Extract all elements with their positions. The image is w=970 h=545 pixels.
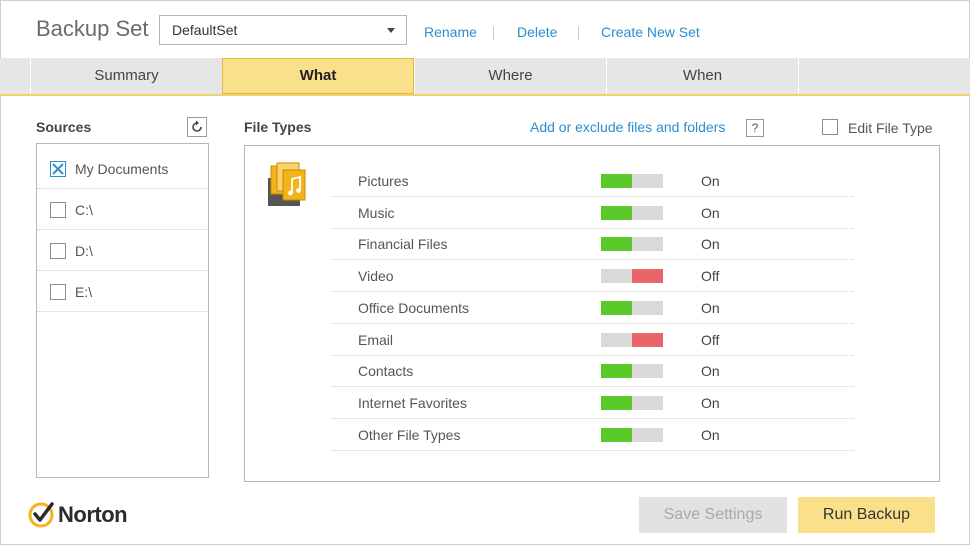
- file-type-state: On: [701, 204, 720, 221]
- file-type-name: Contacts: [358, 363, 414, 380]
- file-type-name: Financial Files: [358, 236, 448, 253]
- file-type-toggle[interactable]: [601, 269, 663, 284]
- checkbox[interactable]: [50, 284, 66, 300]
- chevron-down-icon: [387, 28, 395, 33]
- file-type-toggle[interactable]: [601, 237, 663, 252]
- file-type-name: Pictures: [358, 173, 409, 189]
- file-type-row: Pictures On: [331, 165, 854, 197]
- source-label: D:\: [75, 243, 93, 259]
- source-item-c[interactable]: C:\: [37, 189, 208, 230]
- backup-set-dropdown[interactable]: DefaultSet: [159, 15, 407, 45]
- file-type-row: Office Documents On: [331, 292, 854, 324]
- source-item-e[interactable]: E:\: [37, 271, 208, 312]
- checkbox-checked[interactable]: [50, 161, 66, 177]
- file-type-name: Other File Types: [358, 426, 461, 443]
- file-type-toggle[interactable]: [601, 427, 663, 442]
- checkbox[interactable]: [822, 119, 838, 135]
- file-types-panel: Pictures On Music On Financial Files On Video O…: [244, 145, 940, 482]
- create-new-set-link[interactable]: Create New Set: [601, 24, 700, 40]
- sources-list: My Documents C:\ D:\ E:\: [36, 143, 209, 478]
- rename-link[interactable]: Rename: [424, 24, 477, 40]
- toggle-fill: [632, 332, 663, 347]
- documents-music-icon: [268, 162, 306, 206]
- file-type-row: Email Off: [331, 324, 854, 356]
- file-type-name: Music: [358, 204, 395, 221]
- file-type-state: On: [701, 236, 720, 253]
- tab-summary[interactable]: Summary: [30, 58, 222, 94]
- toggle-fill: [601, 237, 632, 252]
- page-title: Backup Set: [36, 16, 149, 41]
- toggle-fill: [632, 269, 663, 284]
- file-type-state: Off: [701, 331, 720, 348]
- file-type-state: On: [701, 394, 720, 411]
- tab-where[interactable]: Where: [414, 58, 606, 94]
- help-button[interactable]: ?: [746, 119, 764, 137]
- divider: [493, 26, 494, 40]
- tab-bar: Summary What Where When: [0, 58, 970, 96]
- file-type-toggle[interactable]: [601, 395, 663, 410]
- save-settings-button[interactable]: Save Settings: [639, 497, 787, 533]
- file-type-toggle[interactable]: [601, 364, 663, 379]
- file-type-row: Contacts On: [331, 355, 854, 388]
- file-type-toggle[interactable]: [601, 205, 663, 220]
- toggle-fill: [601, 300, 632, 315]
- file-type-state: On: [701, 426, 720, 443]
- toggle-fill: [601, 427, 632, 442]
- norton-wordmark: Norton: [58, 502, 128, 527]
- file-type-state: On: [701, 173, 720, 189]
- check-x-icon: [52, 163, 64, 175]
- source-item-d[interactable]: D:\: [37, 230, 208, 271]
- file-type-toggle[interactable]: [601, 300, 663, 315]
- file-type-name: Office Documents: [358, 299, 470, 316]
- add-exclude-link[interactable]: Add or exclude files and folders: [530, 119, 725, 135]
- edit-file-type-label: Edit File Type: [848, 120, 933, 136]
- source-item-my-documents[interactable]: My Documents: [37, 148, 208, 189]
- delete-link[interactable]: Delete: [517, 24, 557, 40]
- checkbox[interactable]: [50, 243, 66, 259]
- toggle-fill: [601, 174, 632, 188]
- toggle-fill: [601, 395, 632, 410]
- checkbox[interactable]: [50, 202, 66, 218]
- file-type-state: Off: [701, 268, 720, 285]
- source-label: My Documents: [75, 161, 169, 177]
- file-type-row: Music On: [331, 197, 854, 229]
- file-type-toggle[interactable]: [601, 332, 663, 347]
- divider: [578, 26, 579, 40]
- file-type-toggle[interactable]: [601, 174, 663, 188]
- refresh-icon: [192, 120, 202, 132]
- file-type-row: Internet Favorites On: [331, 387, 854, 419]
- backup-set-value: DefaultSet: [172, 22, 238, 38]
- toggle-fill: [601, 205, 632, 220]
- file-type-state: On: [701, 363, 720, 380]
- file-type-row: Financial Files On: [331, 228, 854, 261]
- run-backup-button[interactable]: Run Backup: [798, 497, 935, 533]
- norton-check-icon: [28, 502, 54, 528]
- file-type-row: Other File Types On: [331, 419, 854, 451]
- source-label: C:\: [75, 202, 93, 218]
- file-types-heading: File Types: [244, 119, 312, 135]
- file-type-name: Email: [358, 331, 394, 348]
- file-type-row: Video Off: [331, 260, 854, 293]
- file-type-name: Internet Favorites: [358, 394, 467, 411]
- file-type-name: Video: [358, 268, 394, 285]
- tab-what[interactable]: What: [222, 58, 414, 94]
- file-type-state: On: [701, 299, 720, 316]
- source-label: E:\: [75, 284, 93, 300]
- tab-when[interactable]: When: [606, 58, 798, 94]
- sources-heading: Sources: [36, 119, 92, 135]
- tab-empty: [798, 58, 970, 94]
- refresh-button[interactable]: [187, 117, 207, 137]
- toggle-fill: [601, 364, 632, 379]
